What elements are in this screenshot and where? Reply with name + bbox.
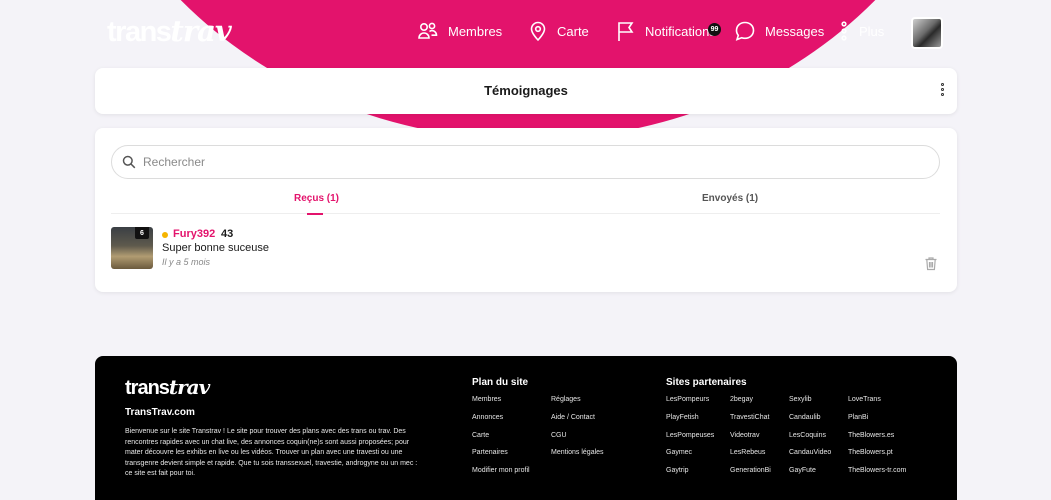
partner-link[interactable]: PlayFetish bbox=[666, 414, 699, 421]
tabs: Reçus (1) Envoyés (1) bbox=[111, 190, 940, 215]
map-pin-icon bbox=[530, 21, 546, 42]
search-bar[interactable] bbox=[111, 145, 940, 179]
photo-count-badge: 6 bbox=[135, 227, 149, 239]
search-input[interactable] bbox=[143, 155, 903, 169]
flag-icon bbox=[618, 22, 634, 41]
author-age: 43 bbox=[221, 228, 234, 240]
nav-map-label: Carte bbox=[557, 23, 589, 39]
partner-link[interactable]: GenerationBi bbox=[730, 467, 771, 474]
partner-link[interactable]: LesRebeus bbox=[730, 449, 765, 456]
partner-link[interactable]: Gaymec bbox=[666, 449, 692, 456]
sitemap-link[interactable]: Réglages bbox=[551, 396, 581, 403]
footer-logo[interactable]: transtrav bbox=[125, 375, 210, 400]
partner-link[interactable]: TravestiChat bbox=[730, 414, 769, 421]
testimonial-message: Super bonne suceuse bbox=[162, 242, 270, 254]
sitemap-link[interactable]: Mentions légales bbox=[551, 449, 604, 456]
partner-link[interactable]: LesPompeuses bbox=[666, 432, 714, 439]
online-status-dot bbox=[162, 232, 168, 238]
partner-link[interactable]: Gaytrip bbox=[666, 467, 689, 474]
partners-heading: Sites partenaires bbox=[666, 377, 747, 388]
chat-bubble-icon bbox=[735, 21, 755, 41]
more-vertical-icon bbox=[841, 21, 847, 41]
site-logo[interactable]: transtrav bbox=[107, 14, 232, 49]
author-photo[interactable]: 6 bbox=[111, 227, 153, 269]
partner-link[interactable]: GayFute bbox=[789, 467, 816, 474]
sitemap-link[interactable]: Partenaires bbox=[472, 449, 508, 456]
logo-part-b: trav bbox=[170, 14, 231, 48]
page-title-card: Témoignages bbox=[95, 68, 957, 114]
sitemap-link[interactable]: Modifier mon profil bbox=[472, 467, 530, 474]
author-username[interactable]: Fury392 bbox=[173, 228, 215, 240]
tab-sent[interactable]: Envoyés (1) bbox=[702, 193, 758, 204]
tab-received[interactable]: Reçus (1) bbox=[294, 193, 339, 215]
nav-more-label: Plus bbox=[859, 23, 885, 39]
partner-link[interactable]: Candaulib bbox=[789, 414, 821, 421]
nav-members-label: Membres bbox=[448, 23, 503, 39]
sitemap-link[interactable]: CGU bbox=[551, 432, 567, 439]
footer-site-name: TransTrav.com bbox=[125, 407, 195, 418]
partner-link[interactable]: LoveTrans bbox=[848, 396, 881, 403]
partner-link[interactable]: 2begay bbox=[730, 396, 753, 403]
sitemap-link[interactable]: Membres bbox=[472, 396, 501, 403]
sitemap-heading: Plan du site bbox=[472, 377, 529, 388]
partner-link[interactable]: CandauVideo bbox=[789, 449, 831, 456]
partner-link[interactable]: LesPompeurs bbox=[666, 396, 709, 403]
search-icon bbox=[122, 155, 136, 169]
testimonial-item: 6 Fury392 43 Super bonne suceuse Il y a … bbox=[111, 227, 940, 271]
partner-link[interactable]: LesCoquins bbox=[789, 432, 826, 439]
footer-description: Bienvenue sur le site Transtrav ! Le sit… bbox=[125, 428, 418, 477]
partner-link[interactable]: TheBlowers.pt bbox=[848, 449, 893, 456]
footer-logo-part-b: trav bbox=[168, 375, 210, 399]
trash-icon[interactable] bbox=[924, 256, 938, 271]
nav-messages-label: Messages bbox=[765, 23, 825, 39]
partner-link[interactable]: Videotrav bbox=[730, 432, 759, 439]
options-menu-icon[interactable] bbox=[941, 83, 944, 96]
footer-logo-part-a: trans bbox=[125, 377, 170, 399]
nav-notifications-label: Notifications bbox=[645, 23, 716, 39]
partner-link[interactable]: TheBlowers-tr.com bbox=[848, 467, 906, 474]
user-avatar[interactable] bbox=[911, 17, 943, 49]
partner-link[interactable]: Sexylib bbox=[789, 396, 812, 403]
nav-more[interactable]: Plus bbox=[838, 20, 884, 42]
sitemap-link[interactable]: Annonces bbox=[472, 414, 503, 421]
notification-count-badge: 99 bbox=[708, 23, 721, 36]
footer: transtrav TransTrav.com Bienvenue sur le… bbox=[95, 356, 957, 500]
nav-messages[interactable]: Messages bbox=[734, 20, 824, 42]
sitemap-link[interactable]: Aide / Contact bbox=[551, 414, 595, 421]
page-title: Témoignages bbox=[484, 83, 568, 98]
testimonials-card: Reçus (1) Envoyés (1) 6 Fury392 43 Super… bbox=[95, 128, 957, 292]
top-navigation: transtrav Membres Carte Notifications 99… bbox=[0, 0, 1051, 68]
logo-part-a: trans bbox=[107, 16, 172, 48]
partner-link[interactable]: TheBlowers.es bbox=[848, 432, 894, 439]
nav-notifications[interactable]: Notifications 99 bbox=[616, 20, 721, 42]
nav-members[interactable]: Membres bbox=[417, 20, 502, 42]
users-icon bbox=[418, 22, 438, 39]
partner-link[interactable]: PlanBi bbox=[848, 414, 868, 421]
sitemap-link[interactable]: Carte bbox=[472, 432, 489, 439]
nav-map[interactable]: Carte bbox=[528, 20, 589, 42]
testimonial-time: Il y a 5 mois bbox=[162, 257, 211, 267]
